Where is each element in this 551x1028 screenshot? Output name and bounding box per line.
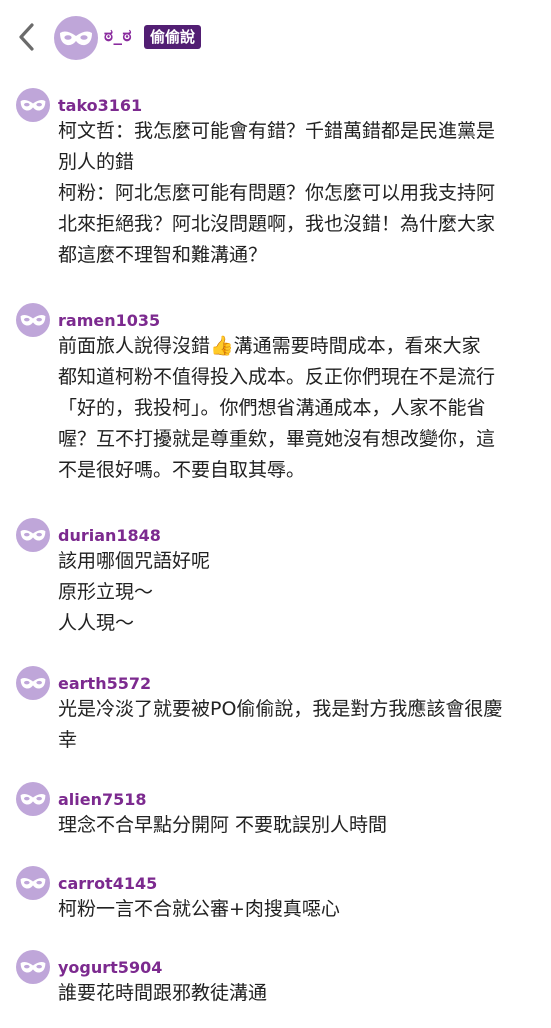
comment-text-line: 柯文哲：我怎麼可能會有錯？千錯萬錯都是民進黨是 — [58, 120, 496, 142]
poster-name: ಠ_ಠ — [104, 26, 132, 46]
comment-text-line: 喔？互不打擾就是尊重欸，畢竟她沒有想改變你，這 — [58, 428, 496, 450]
comment-text-line: 都知道柯粉不值得投入成本。反正你們現在不是流行 — [58, 366, 496, 388]
comment-item: yogurt5904 誰要花時間跟邪教徒溝通 — [0, 948, 551, 1028]
mask-avatar-icon[interactable] — [16, 88, 50, 122]
comment-text-line: 不是很好嗎。不要自取其辱。 — [58, 459, 306, 481]
mask-avatar-icon[interactable] — [16, 866, 50, 900]
board-avatar[interactable] — [54, 16, 98, 60]
comment-item: earth5572 光是冷淡了就要被PO偷偷說，我是對方我應該會很慶 幸 — [0, 664, 551, 780]
comment-text-line: 柯粉一言不合就公審+肉搜真噁心 — [58, 898, 340, 920]
comment-text-line: 北來拒絕我？阿北沒問題啊，我也沒錯！為什麼大家 — [58, 213, 496, 235]
comment-text-line: 都這麼不理智和難溝通？ — [58, 244, 268, 266]
comment-text-line: 「好的，我投柯」。你們想省溝通成本，人家不能省 — [58, 397, 486, 419]
board-badge[interactable]: 偷偷說 — [144, 25, 202, 49]
comment-username[interactable]: durian1848 — [58, 516, 551, 546]
comment-item: alien7518 理念不合早點分開阿 不要耽誤別人時間 — [0, 780, 551, 864]
comment-username[interactable]: earth5572 — [58, 664, 551, 694]
top-bar: ಠ_ಠ 偷偷說 — [0, 0, 551, 78]
comment-text-line: 前面旅人說得沒錯👍溝通需要時間成本，看來大家 — [58, 335, 481, 357]
comment-text-line: 原形立現～ — [58, 581, 154, 603]
mask-avatar-icon[interactable] — [16, 303, 50, 337]
mask-avatar-icon[interactable] — [16, 950, 50, 984]
comment-item: durian1848 該用哪個咒語好呢 原形立現～ 人人現～ — [0, 516, 551, 664]
comment-text-line: 柯粉：阿北怎麼可能有問題？你怎麼可以用我支持阿 — [58, 182, 496, 204]
comment-username[interactable]: alien7518 — [58, 780, 551, 810]
comment-list: tako3161 柯文哲：我怎麼可能會有錯？千錯萬錯都是民進黨是 別人的錯 柯粉… — [0, 86, 551, 1028]
comment-text-line: 理念不合早點分開阿 不要耽誤別人時間 — [58, 814, 388, 836]
mask-avatar-icon[interactable] — [16, 666, 50, 700]
comment-username[interactable]: ramen1035 — [58, 301, 551, 331]
comment-text-line: 人人現～ — [58, 612, 135, 634]
chevron-left-icon — [19, 23, 34, 51]
mask-avatar-icon[interactable] — [16, 782, 50, 816]
comment-username[interactable]: tako3161 — [58, 86, 551, 116]
comment-username[interactable]: carrot4145 — [58, 864, 551, 894]
mask-icon — [54, 16, 98, 60]
comment-text-line: 光是冷淡了就要被PO偷偷說，我是對方我應該會很慶 — [58, 698, 503, 720]
back-button[interactable] — [14, 20, 40, 54]
mask-avatar-icon[interactable] — [16, 518, 50, 552]
comment-username[interactable]: yogurt5904 — [58, 948, 551, 978]
comment-text-line: 該用哪個咒語好呢 — [58, 550, 211, 572]
comment-item: carrot4145 柯粉一言不合就公審+肉搜真噁心 — [0, 864, 551, 948]
comment-text-line: 別人的錯 — [58, 151, 135, 173]
comment-item: tako3161 柯文哲：我怎麼可能會有錯？千錯萬錯都是民進黨是 別人的錯 柯粉… — [0, 86, 551, 301]
comment-item: ramen1035 前面旅人說得沒錯👍溝通需要時間成本，看來大家 都知道柯粉不值… — [0, 301, 551, 516]
comment-text-line: 幸 — [58, 729, 78, 751]
comment-text-line: 誰要花時間跟邪教徒溝通 — [58, 982, 268, 1004]
